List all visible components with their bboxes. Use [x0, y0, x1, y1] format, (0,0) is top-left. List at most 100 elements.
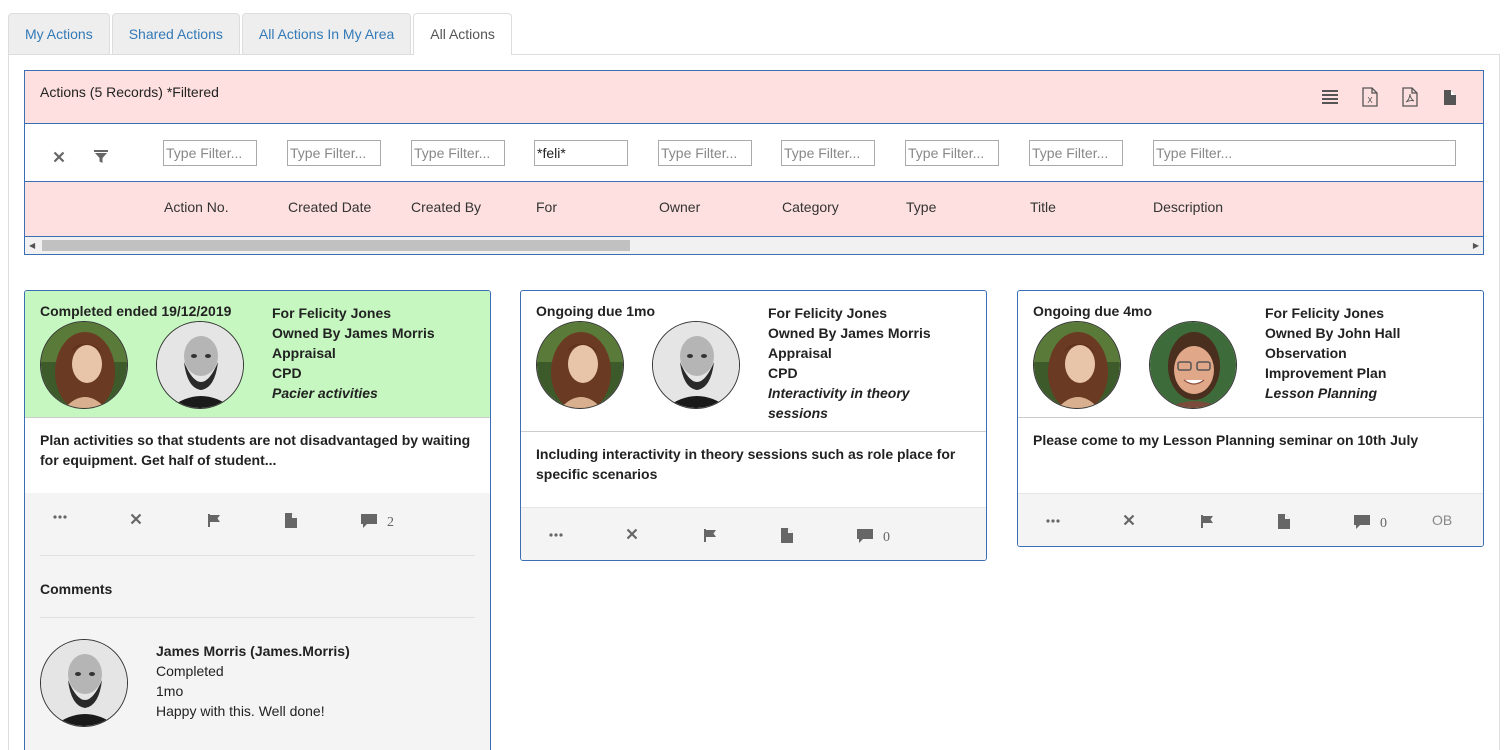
- filter-created-by[interactable]: [411, 140, 505, 166]
- card-owner: Owned By John Hall: [1265, 325, 1401, 341]
- owner-initials-button[interactable]: OB: [1432, 512, 1452, 528]
- clear-filter-icon[interactable]: [51, 149, 67, 165]
- card-type: CPD: [272, 365, 302, 381]
- filter-row: [25, 125, 1483, 182]
- excel-icon[interactable]: X: [1361, 87, 1379, 107]
- action-card[interactable]: Ongoing due 4mo For Felicity Jones Owned…: [1017, 290, 1484, 547]
- card-for: For Felicity Jones: [768, 305, 888, 321]
- avatar-for: [536, 321, 624, 409]
- flag-icon[interactable]: [1200, 514, 1214, 528]
- more-icon[interactable]: [53, 515, 67, 519]
- filter-type[interactable]: [905, 140, 999, 166]
- divider: [40, 555, 475, 556]
- flag-icon[interactable]: [703, 528, 717, 542]
- column-title[interactable]: Title: [1030, 199, 1056, 215]
- file-icon[interactable]: [1278, 514, 1290, 529]
- card-status: Ongoing due 1mo: [536, 303, 655, 319]
- card-info: For Felicity Jones Owned By James Morris…: [768, 303, 978, 423]
- card-title: Pacier activities: [272, 385, 378, 401]
- close-icon[interactable]: [626, 528, 638, 540]
- svg-text:X: X: [1367, 96, 1373, 105]
- card-footer: 2 Comments James Morris (James.Morris) C…: [25, 493, 490, 750]
- filter-title[interactable]: [1029, 140, 1123, 166]
- card-for: For Felicity Jones: [1265, 305, 1385, 321]
- filter-action-no[interactable]: [163, 140, 257, 166]
- comment-count: 0: [883, 530, 890, 545]
- card-owner: Owned By James Morris: [272, 325, 435, 341]
- file-icon[interactable]: [285, 513, 297, 528]
- close-icon[interactable]: [1123, 514, 1135, 526]
- horizontal-scrollbar[interactable]: ◀ ▶: [25, 237, 1483, 254]
- avatar-owner: [1149, 321, 1237, 409]
- filter-icon[interactable]: [93, 149, 109, 165]
- action-card[interactable]: Ongoing due 1mo For Felicity Jones Owned…: [520, 290, 987, 561]
- tab-all-actions[interactable]: All Actions: [413, 13, 512, 55]
- divider: [40, 617, 475, 618]
- card-for: For Felicity Jones: [272, 305, 392, 321]
- flag-icon[interactable]: [207, 513, 221, 527]
- card-owner: Owned By James Morris: [768, 325, 931, 341]
- filter-created-date[interactable]: [287, 140, 381, 166]
- card-category: Appraisal: [768, 345, 832, 361]
- avatar-owner: [156, 321, 244, 409]
- card-header: Completed ended 19/12/2019 For Felicity …: [25, 291, 490, 418]
- more-icon[interactable]: [549, 533, 563, 537]
- comment-author: James Morris (James.Morris): [156, 643, 350, 659]
- column-type[interactable]: Type: [906, 199, 936, 215]
- card-status: Completed ended 19/12/2019: [40, 303, 232, 319]
- close-icon[interactable]: [130, 513, 142, 525]
- card-header: Ongoing due 4mo For Felicity Jones Owned…: [1018, 291, 1483, 418]
- column-for[interactable]: For: [536, 199, 557, 215]
- column-category[interactable]: Category: [782, 199, 839, 215]
- comment-text: Happy with this. Well done!: [156, 703, 325, 719]
- comments-heading: Comments: [40, 581, 113, 597]
- card-status: Ongoing due 4mo: [1033, 303, 1152, 319]
- comment-count: 2: [387, 515, 394, 530]
- column-owner[interactable]: Owner: [659, 199, 700, 215]
- comment-icon[interactable]: 0: [857, 528, 890, 545]
- filter-category[interactable]: [781, 140, 875, 166]
- avatar-owner: [652, 321, 740, 409]
- more-icon[interactable]: [1046, 519, 1060, 523]
- card-info: For Felicity Jones Owned By James Morris…: [272, 303, 482, 403]
- filter-owner[interactable]: [658, 140, 752, 166]
- card-type: CPD: [768, 365, 798, 381]
- column-created-by[interactable]: Created By: [411, 199, 481, 215]
- column-action-no[interactable]: Action No.: [164, 199, 229, 215]
- column-created-date[interactable]: Created Date: [288, 199, 371, 215]
- avatar-for: [40, 321, 128, 409]
- card-category: Observation: [1265, 345, 1347, 361]
- file-icon[interactable]: [781, 528, 793, 543]
- card-title: Lesson Planning: [1265, 385, 1378, 401]
- scroll-left-icon[interactable]: ◀: [29, 241, 35, 250]
- card-title: Interactivity in theory sessions: [768, 385, 910, 421]
- pdf-icon[interactable]: [1401, 87, 1419, 107]
- card-info: For Felicity Jones Owned By John Hall Ob…: [1265, 303, 1475, 403]
- grid-title: Actions (5 Records) *Filtered: [40, 84, 219, 100]
- avatar: [40, 639, 128, 727]
- card-category: Appraisal: [272, 345, 336, 361]
- tab-shared-actions[interactable]: Shared Actions: [111, 13, 240, 54]
- action-card[interactable]: Completed ended 19/12/2019 For Felicity …: [24, 290, 491, 750]
- card-description: Including interactivity in theory sessio…: [536, 446, 956, 482]
- file-icon[interactable]: [1441, 87, 1459, 107]
- grid-toolbar: X: [1321, 87, 1459, 107]
- list-icon[interactable]: [1321, 87, 1339, 107]
- card-footer: 0: [521, 507, 986, 560]
- card-header: Ongoing due 1mo For Felicity Jones Owned…: [521, 291, 986, 432]
- comment-icon[interactable]: 2: [361, 513, 394, 530]
- comment-count: 0: [1380, 516, 1387, 531]
- tab-all-actions-in-my-area[interactable]: All Actions In My Area: [241, 13, 412, 54]
- column-description[interactable]: Description: [1153, 199, 1223, 215]
- avatar-for: [1033, 321, 1121, 409]
- filter-description[interactable]: [1153, 140, 1456, 166]
- comment-icon[interactable]: 0: [1354, 514, 1387, 531]
- tab-my-actions[interactable]: My Actions: [8, 13, 110, 54]
- card-description: Please come to my Lesson Planning semina…: [1033, 432, 1419, 448]
- comment-status: Completed: [156, 663, 224, 679]
- filter-for[interactable]: [534, 140, 628, 166]
- scroll-right-icon[interactable]: ▶: [1473, 241, 1479, 250]
- comment: James Morris (James.Morris) Completed 1m…: [156, 641, 350, 721]
- scroll-thumb[interactable]: [42, 240, 630, 251]
- card-type: Improvement Plan: [1265, 365, 1387, 381]
